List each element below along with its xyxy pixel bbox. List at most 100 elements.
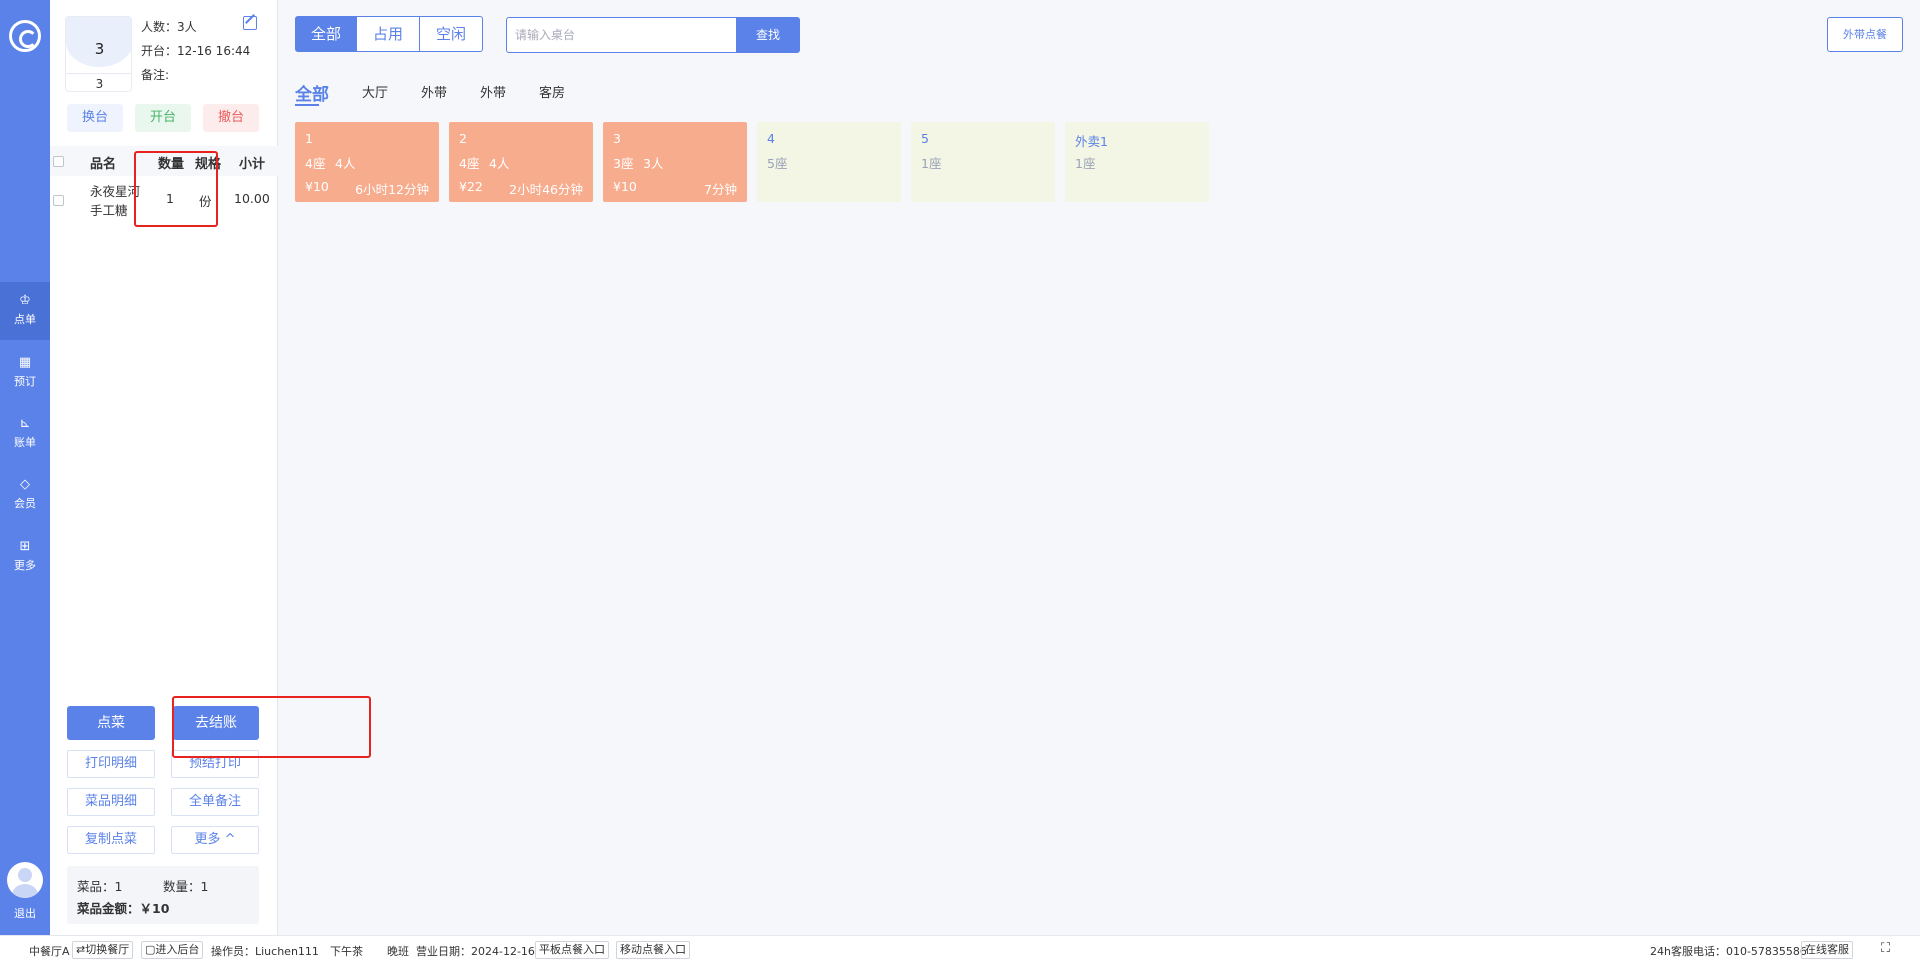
diamond-icon: ◇: [20, 477, 30, 492]
copy-order-button[interactable]: 复制点菜: [67, 826, 155, 854]
shift-evening: 晚班: [387, 945, 409, 958]
business-date: 营业日期：2024-12-16: [416, 945, 535, 958]
left-nav: ♔ 点单 ▦ 预订 ⊾ 账单 ◇ 会员 ⊞ 更多 退出: [0, 0, 50, 935]
table-badge: 3 3: [65, 16, 132, 92]
table-card-people: 3人: [643, 156, 664, 171]
col-subtotal: 小计: [239, 157, 266, 172]
order-note-button[interactable]: 全单备注: [171, 788, 259, 816]
main-area: 全部 占用 空闲 请输入桌台 查找 外带点餐 全部 大厅 外带 外带 客房 1 …: [278, 0, 1920, 935]
tablet-order-entry[interactable]: 平板点餐入口: [535, 941, 609, 959]
table-card-2[interactable]: 2 4座 4人 ¥22 2小时46分钟: [449, 122, 593, 202]
search-button[interactable]: 查找: [736, 17, 800, 53]
table-card-people: 4人: [335, 156, 356, 171]
edit-icon[interactable]: [243, 16, 257, 30]
print-detail-button[interactable]: 打印明细: [67, 750, 155, 778]
dish-name-line2: 手工糖: [90, 203, 128, 218]
filter-occupied[interactable]: 占用: [357, 16, 420, 52]
avatar[interactable]: [7, 862, 43, 898]
dish-detail-button[interactable]: 菜品明细: [67, 788, 155, 816]
table-card-3[interactable]: 3 3座 3人 ¥10 7分钟: [603, 122, 747, 202]
cancel-table-button[interactable]: 撤台: [203, 104, 259, 132]
more-actions-button[interactable]: 更多 ^: [171, 826, 259, 854]
mobile-order-entry[interactable]: 移动点餐入口: [616, 941, 690, 959]
tab-takeout-2[interactable]: 外带: [480, 82, 506, 101]
open-time: 开台：12-16 16:44: [141, 44, 251, 58]
order-summary: 菜品：1 数量：1 菜品金额：￥10: [67, 866, 259, 924]
status-bar: 中餐厅A ⇄切换餐厅 ▢进入后台 操作员：Liuchen111 下午茶 晚班 营…: [0, 935, 1920, 963]
table-card-duration: 7分钟: [704, 182, 737, 197]
table-card-duration: 6小时12分钟: [355, 182, 429, 197]
nav-item-label: 预订: [14, 375, 36, 388]
filter-free[interactable]: 空闲: [420, 16, 483, 52]
order-panel: 3 3 人数：3人 开台：12-16 16:44 备注: 换台 开台 撤台 品名…: [50, 0, 278, 935]
grid-icon: ⊞: [19, 539, 31, 554]
table-card-seats: 5座: [767, 156, 788, 171]
nav-item-more[interactable]: ⊞ 更多: [0, 528, 50, 586]
switch-hall-button[interactable]: ⇄切换餐厅: [72, 941, 134, 959]
table-number-sub: 3: [66, 73, 131, 91]
nav-item-label: 更多: [14, 559, 36, 572]
filter-all[interactable]: 全部: [295, 16, 357, 52]
table-card-price: ¥10: [305, 179, 329, 194]
nav-item-order[interactable]: ♔ 点单: [0, 282, 50, 340]
nav-item-label: 账单: [14, 436, 36, 449]
table-card-name: 3: [613, 131, 621, 146]
chef-hat-icon: ♔: [19, 293, 31, 308]
annotation-box-qty: [134, 151, 218, 227]
dish-subtotal: 10.00: [234, 191, 270, 206]
table-card-1[interactable]: 1 4座 4人 ¥10 6小时12分钟: [295, 122, 439, 202]
tab-room[interactable]: 客房: [539, 82, 565, 101]
takeaway-order-button[interactable]: 外带点餐: [1827, 17, 1903, 52]
nav-item-bills[interactable]: ⊾ 账单: [0, 405, 50, 463]
select-all-checkbox[interactable]: [53, 156, 64, 167]
summary-amount: 菜品金额：￥10: [77, 901, 170, 916]
tab-hall[interactable]: 大厅: [362, 82, 388, 101]
summary-qty: 数量：1: [163, 879, 209, 894]
hotline: 24h客服电话：010-57835586: [1650, 945, 1807, 958]
chart-icon: ⊾: [19, 416, 31, 431]
tab-underline: [295, 104, 319, 106]
tab-takeout-1[interactable]: 外带: [421, 82, 447, 101]
table-card-name: 2: [459, 131, 467, 146]
change-table-button[interactable]: 换台: [67, 104, 123, 132]
table-card-duration: 2小时46分钟: [509, 182, 583, 197]
logout-button[interactable]: 退出: [0, 905, 50, 921]
nav-item-label: 点单: [14, 313, 36, 326]
hall-name: 中餐厅A: [29, 945, 70, 958]
summary-dishes: 菜品：1: [77, 879, 123, 894]
annotation-box-checkout: [172, 696, 371, 758]
people-count: 人数：3人: [141, 20, 197, 34]
table-card-name: 1: [305, 131, 313, 146]
nav-item-reservation[interactable]: ▦ 预订: [0, 344, 50, 402]
nav-item-label: 会员: [14, 497, 36, 510]
order-dish-button[interactable]: 点菜: [67, 706, 155, 740]
online-support-button[interactable]: 在线客服: [1801, 941, 1853, 959]
table-card-takeaway-1[interactable]: 外卖1 1座: [1065, 122, 1209, 202]
table-card-seats: 3座: [613, 156, 634, 171]
table-card-5[interactable]: 5 1座: [911, 122, 1055, 202]
nav-item-members[interactable]: ◇ 会员: [0, 466, 50, 524]
table-card-price: ¥10: [613, 179, 637, 194]
table-card-name: 5: [921, 131, 929, 146]
row-checkbox[interactable]: [53, 195, 64, 206]
tab-all[interactable]: 全部: [295, 80, 329, 105]
calendar-icon: ▦: [18, 355, 32, 370]
table-search-input[interactable]: 请输入桌台: [506, 17, 736, 53]
enter-backend-button[interactable]: ▢进入后台: [141, 941, 204, 959]
fullscreen-icon[interactable]: ⛶: [1881, 941, 1890, 956]
app-logo-icon: [9, 20, 41, 52]
table-card-name: 外卖1: [1075, 134, 1108, 149]
table-card-seats: 1座: [921, 156, 942, 171]
col-name: 品名: [90, 157, 117, 172]
open-table-button[interactable]: 开台: [135, 104, 191, 132]
shift-afternoon: 下午茶: [330, 945, 363, 958]
table-card-seats: 4座: [459, 156, 480, 171]
order-note: 备注:: [141, 68, 170, 82]
table-card-seats: 4座: [305, 156, 326, 171]
operator: 操作员：Liuchen111: [211, 945, 319, 958]
table-card-4[interactable]: 4 5座: [757, 122, 901, 202]
dish-name-line1: 永夜星河: [90, 184, 141, 199]
table-card-seats: 1座: [1075, 156, 1096, 171]
table-card-people: 4人: [489, 156, 510, 171]
table-number: 3: [66, 17, 131, 67]
